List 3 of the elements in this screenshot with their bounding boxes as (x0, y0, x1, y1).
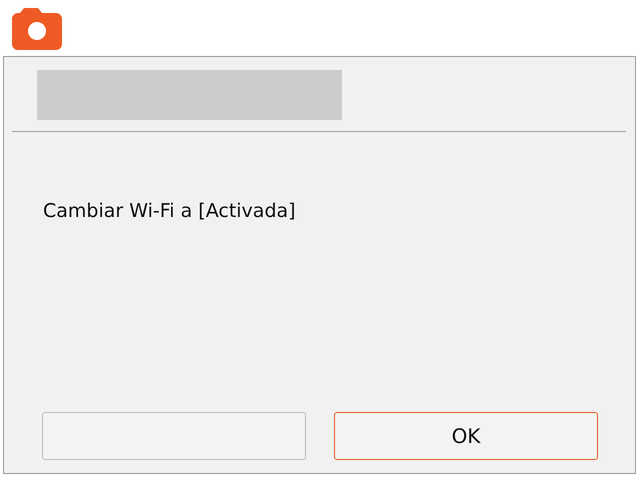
ok-button[interactable]: OK (334, 412, 598, 460)
blank-button[interactable] (42, 412, 306, 460)
message-text: Cambiar Wi-Fi a [Activada] (43, 200, 297, 224)
